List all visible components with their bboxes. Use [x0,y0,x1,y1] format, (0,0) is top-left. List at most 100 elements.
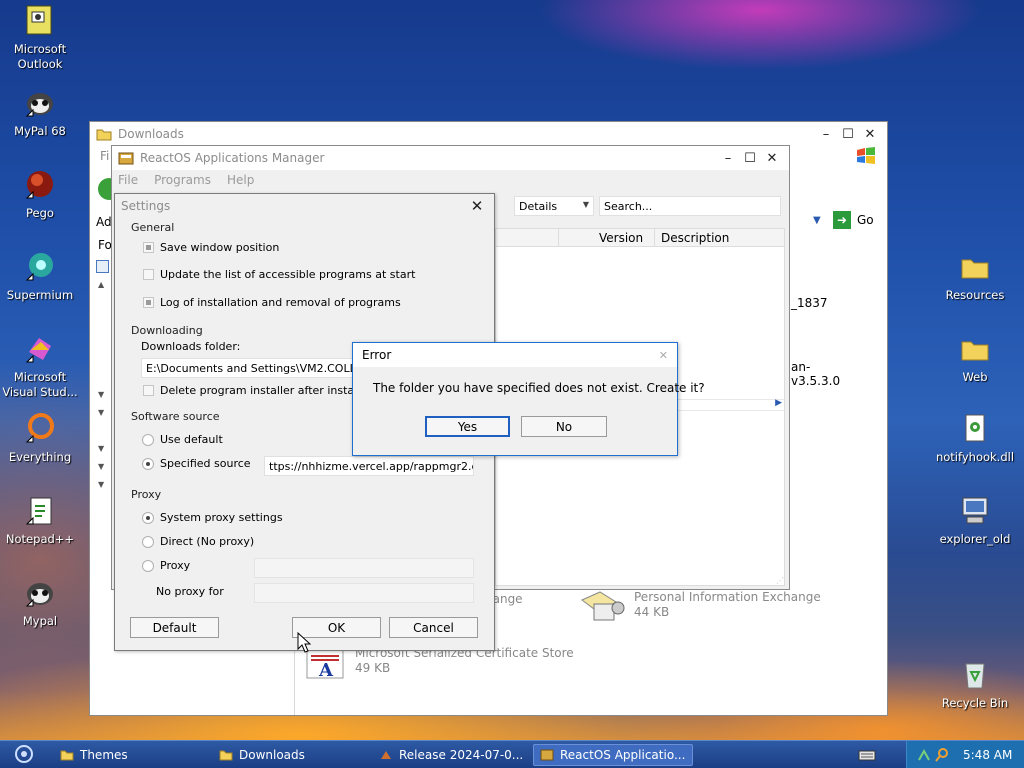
radio-system-proxy[interactable]: System proxy settings [142,511,283,524]
clock[interactable]: 5:48 AM [963,748,1012,762]
proxy-server-input[interactable] [254,558,474,578]
checkbox-save-window-position[interactable]: Save window position [143,241,279,254]
minimize-button[interactable]: – [815,124,837,144]
desktop-icon-notifyhook[interactable]: notifyhook.dll [933,412,1017,465]
radio-label: Use default [160,433,223,446]
mypal-icon [23,86,57,120]
checkbox-label: Log of installation and removal of progr… [160,296,401,309]
resize-grip-icon[interactable]: ⋰ [776,576,784,585]
checkbox-box[interactable] [143,242,154,253]
scroll-right-icon[interactable]: ▶ [775,398,782,408]
cancel-button[interactable]: Cancel [389,617,478,638]
radio-circle[interactable] [142,457,154,470]
go-button[interactable]: ➜ Go [833,211,874,229]
radio-specified-source[interactable]: Specified source [142,457,251,470]
close-icon[interactable]: ✕ [659,349,668,362]
no-proxy-for-label: No proxy for [156,585,224,598]
desktop-icon-explorer-old[interactable]: explorer_old [933,494,1017,547]
keyboard-icon[interactable] [858,748,878,762]
list-item-partial[interactable]: an-v3.5.3.0 [791,360,840,388]
menu-file[interactable]: File [118,173,138,187]
file-item-sst[interactable]: A Microsoft Serialized Certificate Store… [305,646,574,681]
folders-label: Fo [98,238,112,252]
no-proxy-for-input[interactable] [254,583,474,603]
column-description[interactable]: Description [654,229,729,247]
search-icon[interactable] [935,747,949,766]
desktop-icon-visual-studio[interactable]: Microsoft Visual Stud... [0,332,82,400]
radio-circle[interactable] [142,511,154,524]
checkbox-box[interactable] [143,385,154,396]
view-select[interactable]: Details ▼ [514,196,594,216]
start-button[interactable] [8,743,40,767]
desktop-icon-label: Recycle Bin [941,696,1009,710]
task-downloads[interactable]: Downloads [213,744,368,766]
button-label: Default [152,620,197,635]
radio-label: Proxy [160,559,191,572]
radio-direct-no-proxy[interactable]: Direct (No proxy) [142,535,254,548]
outlook-icon [23,4,57,38]
close-button[interactable]: ✕ [761,148,783,168]
tree-expander[interactable]: ▼ [98,444,104,453]
radio-use-default[interactable]: Use default [142,433,223,446]
checkbox-box[interactable] [143,269,154,280]
desktop-icon-label: Visual Stud... [2,385,78,399]
explorer-titlebar[interactable]: Downloads – ☐ ✕ [90,122,887,146]
desktop-icon-notepadpp[interactable]: Notepad++ [0,494,82,547]
rapps-menubar: File Programs Help [112,170,789,190]
menu-file-partial[interactable]: Fi [100,149,109,163]
menu-help[interactable]: Help [227,173,254,187]
task-rapps-active[interactable]: ReactOS Applicatio... [533,744,693,766]
close-button[interactable]: ✕ [466,196,488,216]
list-item-partial[interactable]: _1837 [791,296,828,310]
error-dialog[interactable]: Error ✕ The folder you have specified do… [352,342,705,456]
desktop-icon-recycle-bin[interactable]: Recycle Bin [933,658,1017,711]
default-button[interactable]: Default [130,617,219,638]
network-icon[interactable] [917,748,931,765]
close-button[interactable]: ✕ [859,124,881,144]
source-url-input[interactable]: ttps://nhhizme.vercel.app/rappmgr2.cab [264,456,474,476]
error-titlebar[interactable]: Error ✕ [353,343,677,367]
everything-icon [23,412,57,446]
search-input[interactable]: Search... [599,196,781,216]
maximize-button[interactable]: ☐ [837,124,859,144]
checkbox-log-install[interactable]: Log of installation and removal of progr… [143,296,401,309]
radio-circle[interactable] [142,559,154,572]
file-item-pfx[interactable]: Personal Information Exchange 44 KB [580,590,821,624]
address-dropdown-arrow[interactable]: ▼ [813,215,821,226]
tree-expander[interactable]: ▼ [98,390,104,399]
desktop-icon-mypal68[interactable]: MyPal 68 [0,86,82,139]
desktop-icon-mypal[interactable]: Mypal [0,576,82,629]
desktop-icon-everything[interactable]: Everything [0,412,82,465]
maximize-button[interactable]: ☐ [739,148,761,168]
desktop-icon-outlook[interactable]: Microsoft Outlook [0,4,82,72]
desktop-icon-resources[interactable]: Resources [933,250,1017,303]
tree-expander[interactable]: ▼ [98,408,104,417]
file-name: Personal Information Exchange [634,590,821,604]
no-button[interactable]: No [521,416,607,437]
go-label: Go [857,213,874,227]
tree-expander[interactable]: ▲ [98,280,104,289]
radio-circle[interactable] [142,535,154,548]
rapps-titlebar[interactable]: ReactOS Applications Manager – ☐ ✕ [112,146,789,170]
task-themes[interactable]: Themes [54,744,209,766]
yes-button[interactable]: Yes [425,416,510,437]
downloads-folder-input[interactable]: E:\Documents and Settings\VM2.COLLABNE [141,358,355,378]
tree-expander[interactable]: ▼ [98,462,104,471]
task-release[interactable]: Release 2024-07-0... [373,744,528,766]
rapps-app-icon [540,749,554,761]
checkbox-box[interactable] [143,297,154,308]
desktop-icon-web[interactable]: Web [933,332,1017,385]
minimize-button[interactable]: – [717,148,739,168]
desktop-icon-pego[interactable]: Pego [0,168,82,221]
desktop-icon-label: MyPal 68 [14,124,66,138]
settings-titlebar[interactable]: Settings ✕ [115,194,494,218]
radio-circle[interactable] [142,433,154,446]
column-version[interactable]: Version [558,229,654,247]
go-arrow-icon: ➜ [833,211,851,229]
menu-programs[interactable]: Programs [154,173,211,187]
address-label: Ad [96,215,112,229]
checkbox-update-list[interactable]: Update the list of accessible programs a… [143,268,415,281]
radio-proxy[interactable]: Proxy [142,559,190,572]
tree-expander[interactable]: ▼ [98,480,104,489]
desktop-icon-supermium[interactable]: Supermium [0,250,82,303]
